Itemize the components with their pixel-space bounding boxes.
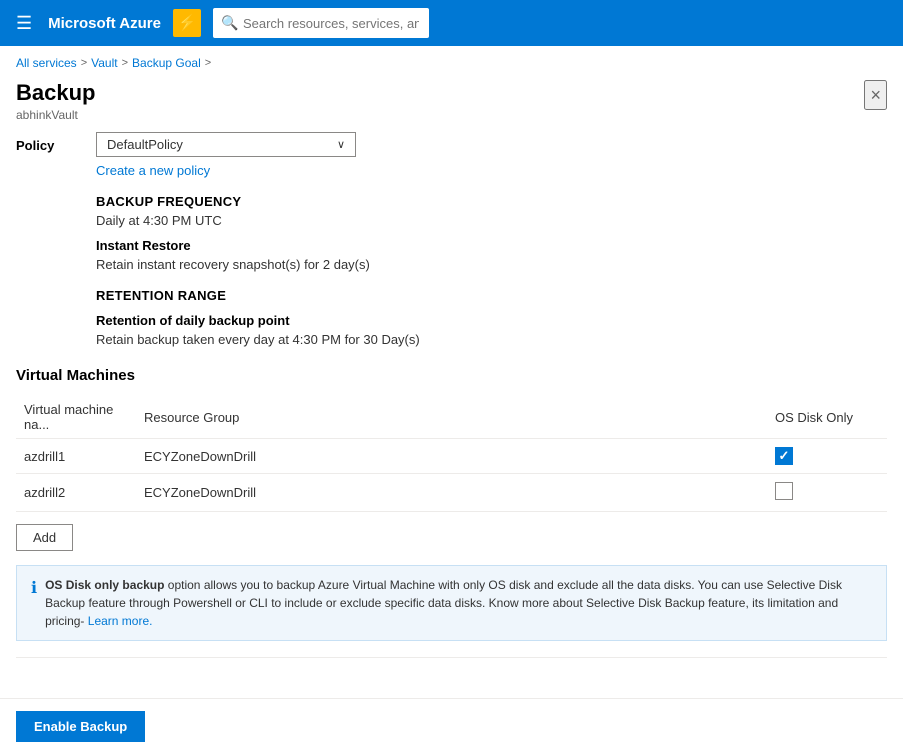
policy-controls: DefaultPolicy ∨ Create a new policy [96, 132, 356, 178]
daily-backup-text: Retain backup taken every day at 4:30 PM… [96, 332, 887, 347]
breadcrumb-backup-goal[interactable]: Backup Goal [132, 56, 201, 70]
create-policy-link[interactable]: Create a new policy [96, 163, 356, 178]
info-box-description: option allows you to backup Azure Virtua… [45, 578, 842, 628]
vm-os-disk-1-cell [767, 439, 887, 474]
info-box-bold: OS Disk only backup [45, 578, 164, 592]
instant-restore-text: Retain instant recovery snapshot(s) for … [96, 257, 887, 272]
top-navigation: ☰ Microsoft Azure ⚡ 🔍 [0, 0, 903, 46]
vm-os-disk-checkbox-2[interactable] [775, 482, 793, 500]
vm-table: Virtual machine na... Resource Group OS … [16, 396, 887, 512]
add-button[interactable]: Add [16, 524, 73, 551]
info-icon: ℹ [31, 577, 37, 601]
page-title: Backup [16, 80, 95, 106]
chevron-down-icon: ∨ [337, 138, 345, 151]
app-title: Microsoft Azure [48, 15, 161, 32]
search-icon: 🔍 [221, 15, 238, 32]
vm-rg-2: ECYZoneDownDrill [136, 474, 767, 512]
close-button[interactable]: × [864, 80, 887, 110]
vm-table-header-row: Virtual machine na... Resource Group OS … [16, 396, 887, 439]
breadcrumb-sep-1: > [81, 57, 87, 69]
vm-os-disk-checkbox-1[interactable] [775, 447, 793, 465]
policy-selected-value: DefaultPolicy [107, 137, 183, 152]
col-header-resource-group: Resource Group [136, 396, 767, 439]
vm-name-2: azdrill2 [16, 474, 136, 512]
backup-frequency-header: BACKUP FREQUENCY [96, 194, 887, 209]
policy-label: Policy [16, 132, 76, 153]
table-row: azdrill1 ECYZoneDownDrill [16, 439, 887, 474]
page-title-block: Backup abhinkVault [16, 80, 95, 122]
page-subtitle: abhinkVault [16, 108, 95, 122]
footer: Enable Backup [0, 698, 903, 754]
hamburger-menu[interactable]: ☰ [12, 9, 36, 38]
virtual-machines-section: Virtual Machines Virtual machine na... R… [16, 367, 887, 641]
col-header-vm-name: Virtual machine na... [16, 396, 136, 439]
learn-more-link[interactable]: Learn more. [88, 614, 153, 628]
search-input[interactable] [213, 8, 429, 38]
policy-section: Policy DefaultPolicy ∨ Create a new poli… [16, 132, 887, 178]
vm-os-disk-2-cell [767, 474, 887, 512]
vm-name-1: azdrill1 [16, 439, 136, 474]
policy-dropdown[interactable]: DefaultPolicy ∨ [96, 132, 356, 157]
breadcrumb-all-services[interactable]: All services [16, 56, 77, 70]
info-box-text: OS Disk only backup option allows you to… [45, 576, 872, 630]
vm-rg-1: ECYZoneDownDrill [136, 439, 767, 474]
search-wrapper: 🔍 [213, 8, 613, 38]
vm-section-header: Virtual Machines [16, 367, 887, 384]
col-header-os-disk: OS Disk Only [767, 396, 887, 439]
breadcrumb-vault[interactable]: Vault [91, 56, 117, 70]
backup-info: BACKUP FREQUENCY Daily at 4:30 PM UTC In… [96, 194, 887, 347]
daily-backup-label: Retention of daily backup point [96, 313, 887, 328]
info-box: ℹ OS Disk only backup option allows you … [16, 565, 887, 641]
table-row: azdrill2 ECYZoneDownDrill [16, 474, 887, 512]
main-content: Backup abhinkVault × Policy DefaultPolic… [0, 76, 903, 658]
divider [16, 657, 887, 658]
breadcrumb-sep-2: > [122, 57, 128, 69]
enable-backup-button[interactable]: Enable Backup [16, 711, 145, 742]
instant-restore-label: Instant Restore [96, 238, 887, 253]
page-header: Backup abhinkVault × [16, 80, 887, 122]
breadcrumb-sep-3: > [205, 57, 211, 69]
backup-schedule: Daily at 4:30 PM UTC [96, 213, 887, 228]
retention-range-header: RETENTION RANGE [96, 288, 887, 303]
breadcrumb: All services > Vault > Backup Goal > [0, 46, 903, 76]
azure-icon: ⚡ [173, 9, 201, 37]
